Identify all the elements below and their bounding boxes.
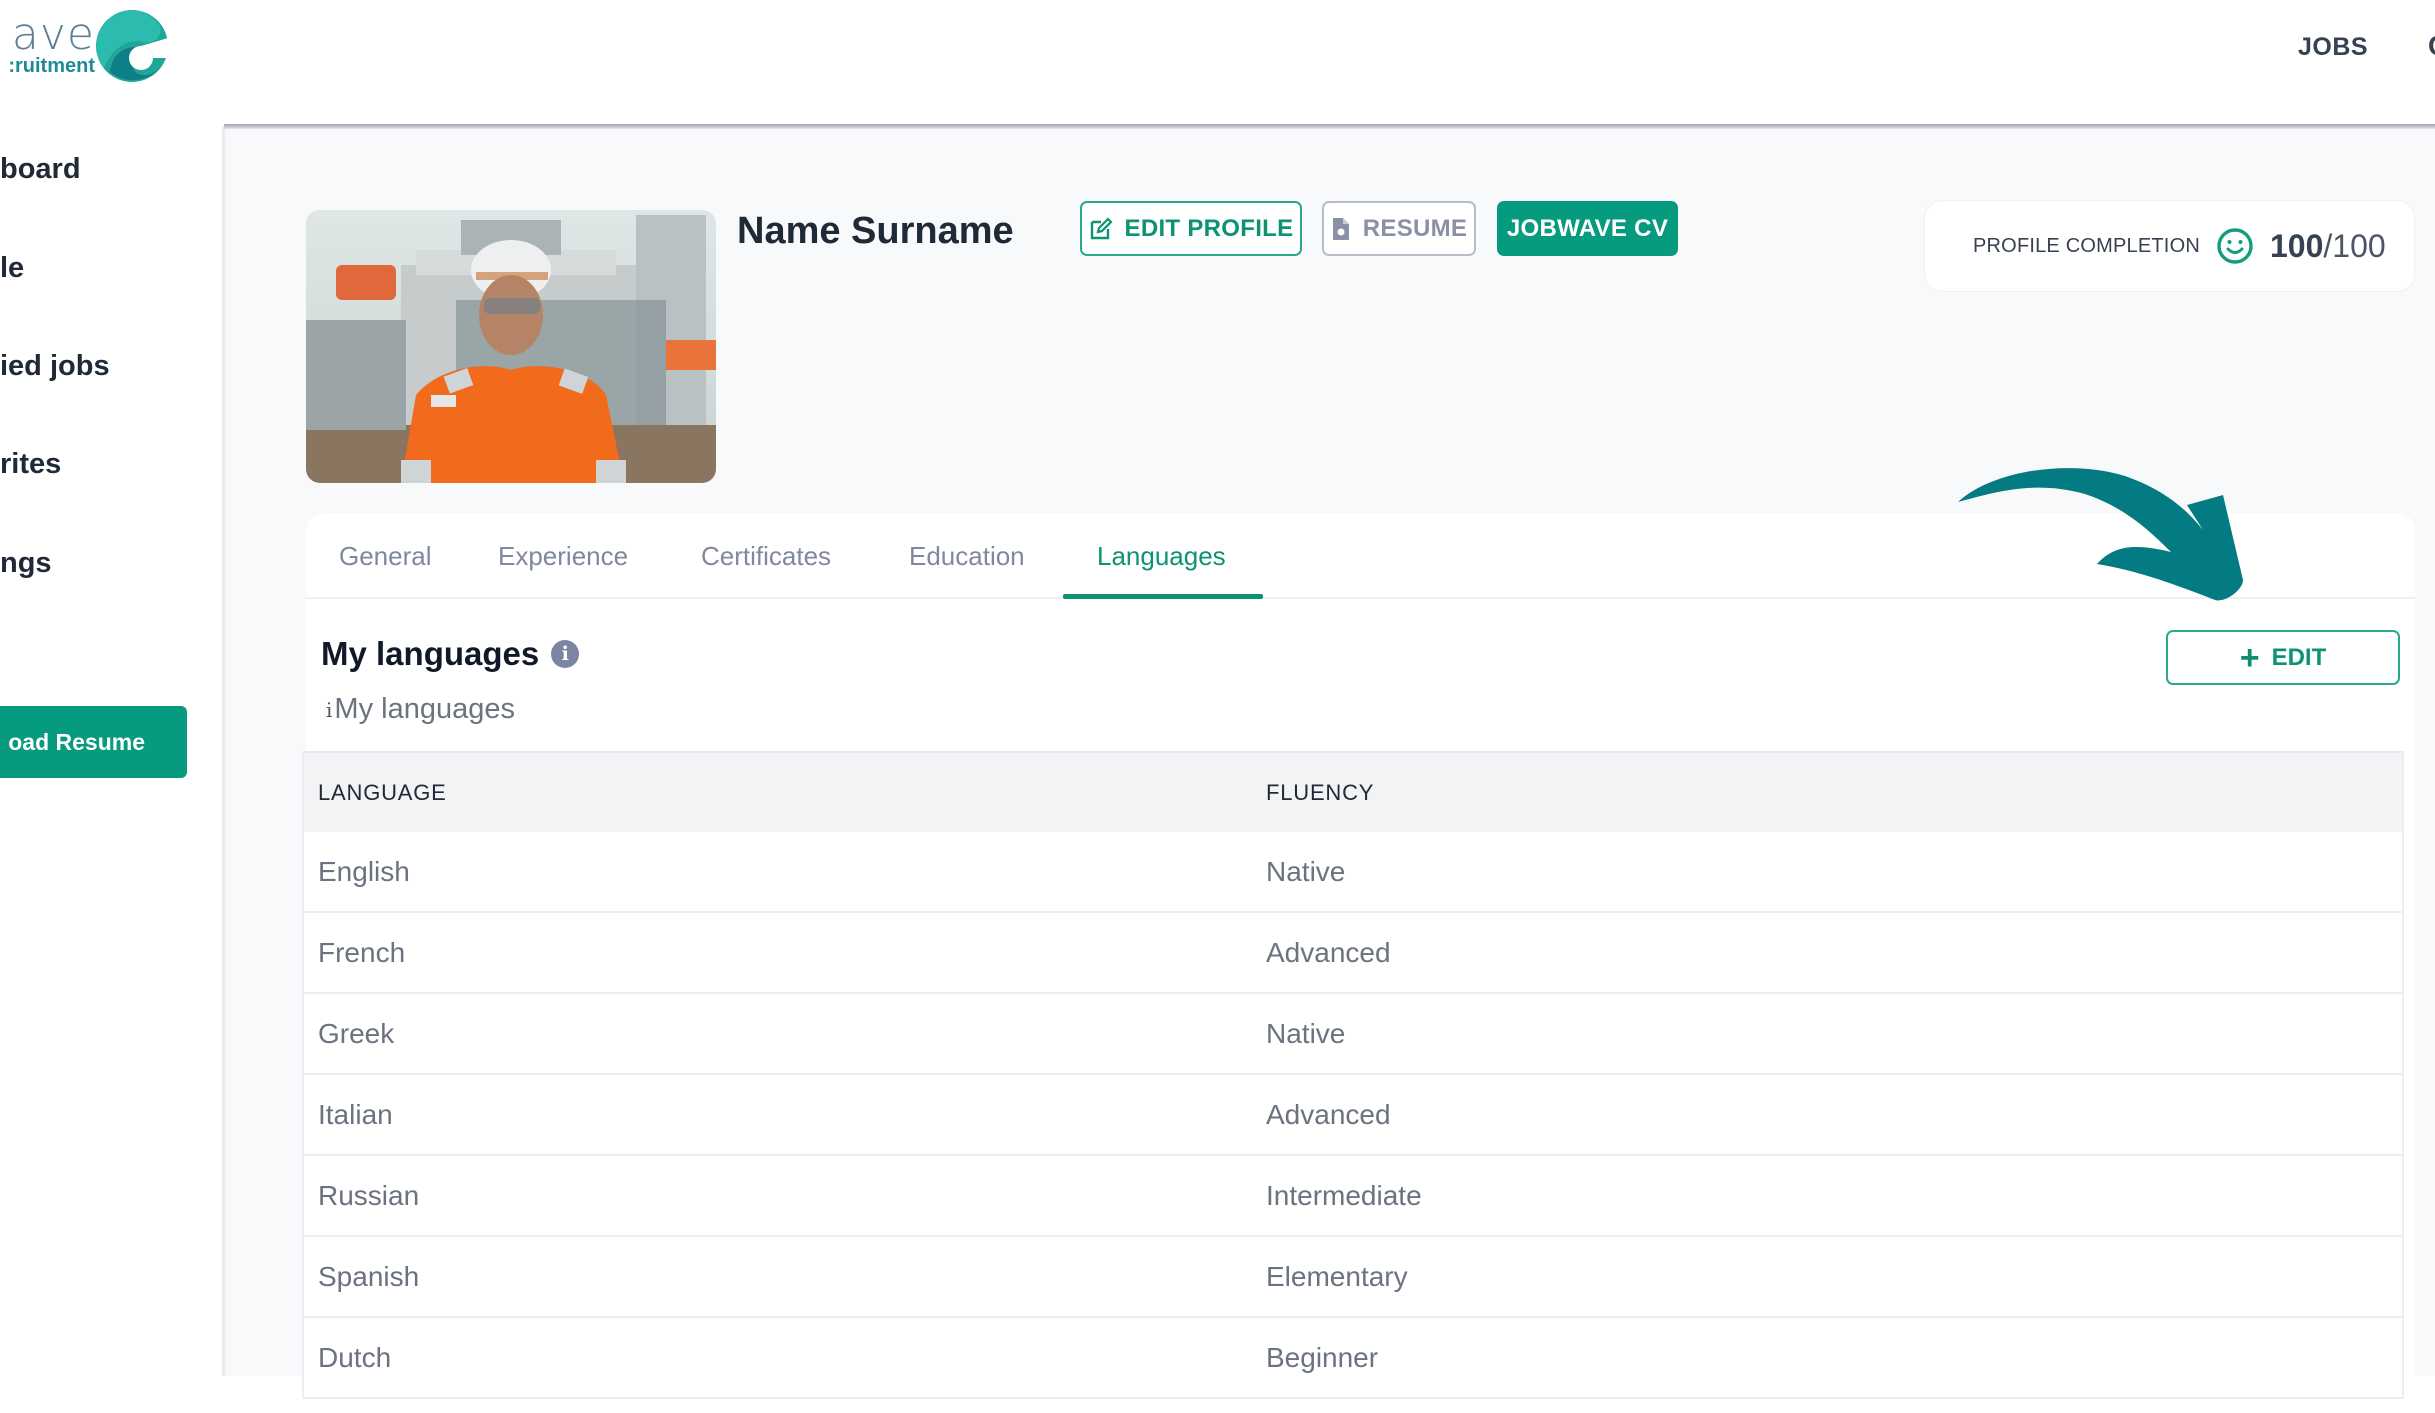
fluency-cell: Native xyxy=(1266,855,1346,887)
nav-item-partial[interactable]: C xyxy=(2428,30,2435,60)
language-cell: Italian xyxy=(318,1098,393,1130)
languages-table: LANGUAGE FLUENCY English Native French A… xyxy=(302,751,2404,1399)
fluency-cell: Advanced xyxy=(1266,936,1391,968)
language-cell: Greek xyxy=(318,1017,395,1049)
profile-name: Name Surname xyxy=(737,210,1014,252)
nav-jobs-link[interactable]: JOBS xyxy=(2298,33,2368,62)
fluency-cell: Intermediate xyxy=(1266,1179,1422,1211)
tab-experience[interactable]: Experience xyxy=(498,541,628,572)
edit-profile-label: EDIT PROFILE xyxy=(1124,214,1294,242)
tab-general[interactable]: General xyxy=(339,541,432,572)
edit-icon xyxy=(1090,216,1113,239)
resume-button[interactable]: RESUME xyxy=(1322,201,1476,256)
language-cell: Spanish xyxy=(318,1260,420,1292)
top-header: ave :ruitment JOBS C xyxy=(0,0,2435,126)
resume-label: RESUME xyxy=(1362,214,1468,242)
tab-languages[interactable]: Languages xyxy=(1097,541,1226,572)
worker-photo-illustration xyxy=(306,210,716,483)
sidebar-item-profile[interactable]: le xyxy=(0,252,24,285)
table-row[interactable]: Italian Advanced xyxy=(304,1075,2402,1156)
info-icon[interactable]: i xyxy=(551,640,580,668)
language-cell: Dutch xyxy=(318,1341,392,1373)
table-row[interactable]: French Advanced xyxy=(304,913,2402,994)
profile-details-card: General Experience Certificates Educatio… xyxy=(302,513,2415,1413)
language-cell: English xyxy=(318,855,410,887)
table-row[interactable]: Spanish Elementary xyxy=(304,1237,2402,1318)
header-divider xyxy=(224,124,2435,129)
column-header-fluency[interactable]: FLUENCY xyxy=(1266,780,1374,806)
sidebar-item-favorites[interactable]: rites xyxy=(0,448,61,481)
column-header-language[interactable]: LANGUAGE xyxy=(318,780,1266,806)
sidebar-item-applied-jobs[interactable]: ied jobs xyxy=(0,350,110,383)
edit-profile-button[interactable]: EDIT PROFILE xyxy=(1080,201,1302,256)
logo-subtitle: :ruitment xyxy=(8,55,95,77)
fluency-cell: Advanced xyxy=(1266,1098,1391,1130)
table-row[interactable]: Russian Intermediate xyxy=(304,1156,2402,1237)
completion-score-max: /100 xyxy=(2323,227,2386,264)
wave-logo-icon xyxy=(96,10,168,82)
section-subtitle: i My languages xyxy=(326,693,515,726)
profile-completion-card: PROFILE COMPLETION 100/100 xyxy=(1924,200,2415,292)
fluency-cell: Native xyxy=(1266,1017,1346,1049)
table-body: English Native French Advanced Greek Nat… xyxy=(304,832,2402,1399)
plus-icon: + xyxy=(2239,638,2260,677)
section-subtitle-text: My languages xyxy=(334,693,515,725)
fluency-cell: Elementary xyxy=(1266,1260,1408,1292)
language-cell: Russian xyxy=(318,1179,420,1211)
logo-text: ave :ruitment xyxy=(8,9,95,77)
sidebar-item-dashboard[interactable]: board xyxy=(0,153,81,186)
section-title-text: My languages xyxy=(321,635,540,672)
profile-tabs: General Experience Certificates Educatio… xyxy=(306,513,2415,599)
document-icon xyxy=(1332,217,1349,240)
upload-resume-button[interactable]: oad Resume xyxy=(0,706,187,778)
sidebar: board le ied jobs rites ngs oad Resume xyxy=(0,126,224,1376)
active-tab-indicator xyxy=(1063,594,1263,599)
jobwave-cv-button[interactable]: JOBWAVE CV xyxy=(1497,201,1678,256)
edit-languages-label: EDIT xyxy=(2271,643,2327,671)
tab-certificates[interactable]: Certificates xyxy=(701,541,831,572)
tab-education[interactable]: Education xyxy=(909,541,1025,572)
logo-word: ave xyxy=(11,9,95,60)
table-row[interactable]: English Native xyxy=(304,832,2402,913)
edit-languages-button[interactable]: + EDIT xyxy=(2166,630,2400,685)
fluency-cell: Beginner xyxy=(1266,1341,1379,1373)
profile-photo xyxy=(306,210,716,483)
sidebar-item-settings[interactable]: ngs xyxy=(0,547,52,580)
section-title: My languages i xyxy=(321,635,580,673)
table-row[interactable]: Greek Native xyxy=(304,994,2402,1075)
brand-logo[interactable]: ave :ruitment xyxy=(0,8,175,88)
profile-completion-score: 100/100 xyxy=(2270,228,2386,265)
completion-score-value: 100 xyxy=(2269,227,2324,264)
profile-completion-label: PROFILE COMPLETION xyxy=(1973,234,2200,257)
smiley-icon xyxy=(2217,228,2253,264)
language-cell: French xyxy=(318,936,406,968)
broken-image-icon: i xyxy=(326,697,333,722)
table-header: LANGUAGE FLUENCY xyxy=(304,751,2402,832)
table-row[interactable]: Dutch Beginner xyxy=(304,1318,2402,1399)
